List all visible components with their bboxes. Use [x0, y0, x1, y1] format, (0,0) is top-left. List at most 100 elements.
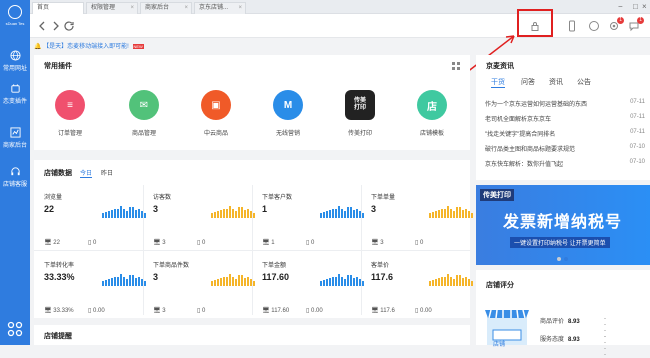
sparkline-bar — [344, 211, 346, 218]
sparkline-bar — [444, 277, 446, 286]
sparkline-bar — [117, 209, 119, 218]
chat-icon[interactable] — [588, 20, 600, 32]
news-item[interactable]: 京东快车解析：数你升值飞起 07-10 — [485, 159, 645, 168]
tab-today[interactable]: 今日 — [80, 168, 93, 178]
tab-home[interactable]: 首页 — [32, 2, 84, 14]
close-icon[interactable]: × — [184, 3, 188, 14]
announcement[interactable]: 🔔 【是天】恋麦移动端接入即可能! NEW — [34, 41, 144, 50]
shop-illustration — [485, 309, 529, 345]
sparkline-bar — [232, 277, 234, 286]
headset-icon — [10, 167, 20, 176]
pc-icon: 🖥 — [44, 240, 52, 246]
news-item[interactable]: 老司机全面解析京东京车 07-11 — [485, 114, 645, 123]
news-item-title: 京东快车解析：数你升值飞起 — [485, 162, 564, 168]
tab-merchant-backend[interactable]: 商家后台 × — [140, 2, 192, 14]
plugin-wireless-marketing[interactable]: M 无线营销 — [268, 90, 308, 137]
sparkline-bar — [120, 206, 122, 218]
tab-jd-store[interactable]: 京东店铺... × — [194, 2, 246, 14]
plugin-cloud-products[interactable]: ▣ 中云商品 — [196, 90, 236, 137]
plugin-product-management[interactable]: ✉ 商品管理 — [124, 90, 164, 137]
carousel-dot[interactable] — [564, 257, 568, 261]
tab-yesterday[interactable]: 昨日 — [101, 168, 113, 177]
orders-icon: ≡ — [55, 90, 85, 120]
sparkline-bar — [438, 278, 440, 286]
sparkline-bar — [362, 213, 364, 218]
news-item[interactable]: 破行品类主图和商品标题要求规范 07-10 — [485, 144, 645, 153]
sidebar-item-customer-service[interactable]: 店铺客服 — [0, 166, 30, 188]
tab-label: 首页 — [37, 5, 50, 11]
mobile-icon[interactable] — [566, 20, 578, 32]
close-icon[interactable]: × — [130, 3, 134, 14]
close-icon[interactable]: × — [238, 3, 242, 14]
sparkline-bar — [132, 207, 134, 218]
news-item[interactable]: "找走关键字"提高合同排名 07-11 — [485, 129, 645, 138]
sparkline-bar — [429, 281, 431, 286]
maximize-icon[interactable]: □ — [633, 2, 638, 11]
plugin-label: 传美打印 — [347, 131, 372, 137]
news-item-date: 07-11 — [630, 99, 645, 105]
carousel-dot[interactable] — [557, 257, 561, 261]
minimize-icon[interactable]: − — [618, 2, 623, 11]
close-window-icon[interactable]: × — [642, 2, 647, 11]
sparkline-bar — [347, 275, 349, 286]
sparkline-bar — [223, 277, 225, 286]
chart-icon — [9, 127, 21, 138]
rating-row: 服务态度 8.93 ---- — [540, 334, 606, 358]
news-item-date: 07-10 — [629, 159, 645, 165]
sparkline-bar — [135, 210, 137, 218]
pc-icon: 🖥 — [44, 308, 52, 314]
sparkline-bar — [447, 274, 449, 286]
tab-dry-goods[interactable]: 干货 — [491, 77, 505, 88]
news-item-date: 07-11 — [630, 114, 645, 120]
carousel-dots[interactable] — [557, 256, 571, 263]
mobile-icon: ▯ — [415, 240, 419, 246]
sparkline-bar — [362, 281, 364, 286]
app-grid-icon[interactable] — [7, 321, 23, 337]
plugin-print[interactable]: 传美 打印 传美打印 — [340, 90, 380, 137]
sidebar-item-backend[interactable]: 商家后台 — [0, 127, 30, 149]
sidebar-item-plugins[interactable]: 恋变插件 — [0, 83, 30, 105]
sparkline-bar — [456, 275, 458, 286]
sparkline-bar — [450, 277, 452, 286]
plugin-order-management[interactable]: ≡ 订单管理 — [50, 90, 90, 137]
messages-button[interactable]: 1 — [628, 17, 644, 32]
app-logo[interactable]: sDuan Tes — [3, 3, 27, 31]
news-panel: 京麦资讯 干货 问答 资讯 公告 作为一个京东运营如何运营基础的东西 07-11 … — [476, 55, 650, 180]
news-item[interactable]: 作为一个京东运营如何运营基础的东西 07-11 — [485, 99, 645, 108]
metric-tile: 下单转化率 33.33% 🖥 33.33% ▯ 0.00 — [44, 260, 149, 326]
tab-permissions[interactable]: 权限管理 × — [86, 2, 138, 14]
plugin-store-template[interactable]: 店店铺模板 — [412, 90, 452, 137]
promo-banner[interactable]: 传美打印 发票新增纳税号 一键设置打印纳税号 让开票更简单 — [476, 185, 650, 265]
mobile-icon: ▯ — [197, 308, 201, 314]
tab-qa[interactable]: 问答 — [521, 77, 535, 87]
forward-icon[interactable] — [50, 20, 62, 32]
refresh-icon[interactable] — [63, 20, 75, 32]
sparkline-bar — [238, 207, 240, 218]
settings-button[interactable]: 1 — [608, 17, 624, 32]
pc-value: 1 — [271, 240, 275, 246]
sparkline-bar — [462, 210, 464, 218]
metric-name: 下单单量 — [371, 195, 396, 201]
store-icon: 店 — [417, 90, 447, 120]
sidebar-item-label: 常用网址 — [2, 66, 27, 72]
sparkline-bar — [332, 209, 334, 218]
sparkline-bar — [108, 211, 110, 218]
plugin-label: 无线营销 — [275, 131, 300, 137]
sparkline-bar — [320, 213, 322, 218]
back-icon[interactable] — [36, 20, 48, 32]
tab-announcements[interactable]: 公告 — [577, 77, 591, 87]
sparkline-bar — [462, 278, 464, 286]
grid-icon[interactable] — [452, 62, 460, 70]
metric-breakdown: 🖥 33.33% ▯ 0.00 — [44, 307, 105, 314]
sparkline-bar — [468, 279, 470, 286]
sparkline-bar — [350, 275, 352, 286]
pc-value: 22 — [53, 240, 60, 246]
sparkline-bar — [217, 211, 219, 218]
sparkline-bar — [332, 277, 334, 286]
sparkline-bar — [320, 281, 322, 286]
sidebar-item-common-urls[interactable]: 常用网址 — [0, 50, 30, 72]
tab-news[interactable]: 资讯 — [549, 77, 563, 87]
mobile-icon: ▯ — [197, 240, 201, 246]
sparkline-bar — [453, 211, 455, 218]
sparkline-bar — [465, 277, 467, 286]
